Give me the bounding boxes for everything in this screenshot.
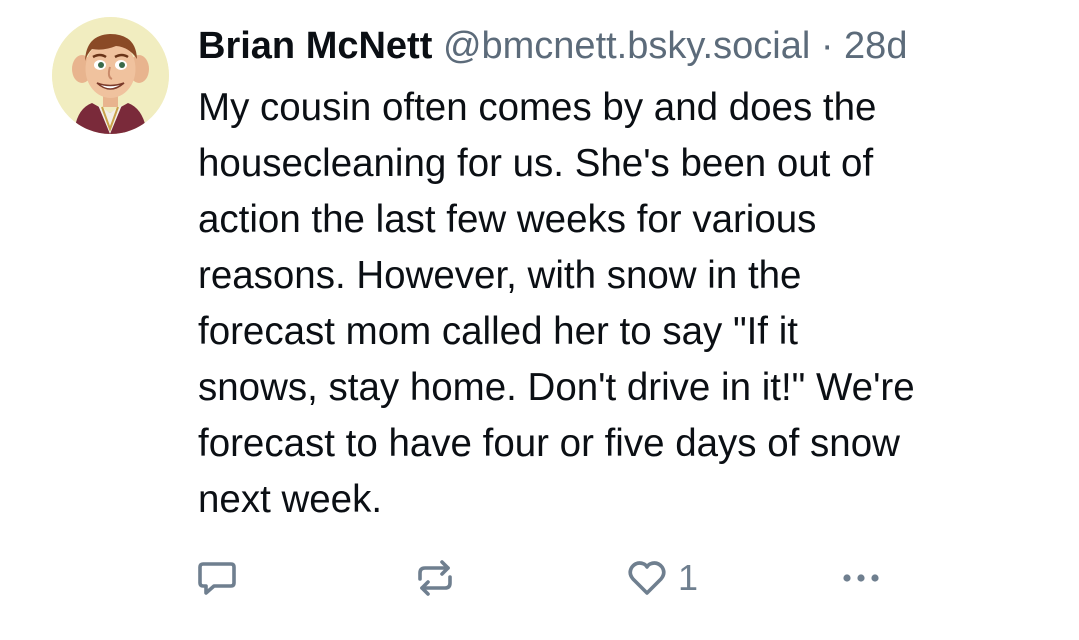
author-avatar[interactable] xyxy=(52,17,169,134)
like-count: 1 xyxy=(678,557,699,598)
post-action-bar: 1 xyxy=(190,550,910,606)
post-text-line: snows, stay home. Don't drive in it!" We… xyxy=(198,366,915,409)
reply-button[interactable] xyxy=(194,550,240,606)
cartoon-avatar-icon xyxy=(52,17,169,134)
repost-icon xyxy=(418,560,452,596)
header-separator: · xyxy=(820,25,834,67)
more-options-icon xyxy=(843,574,879,582)
post-text-line: forecast to have four or five days of sn… xyxy=(198,422,900,465)
post-card: Brian McNett @bmcnett.bsky.social · 28d … xyxy=(0,0,1079,640)
post-text-line: forecast mom called her to say "If it xyxy=(198,310,798,353)
post-text-line: reasons. However, with snow in the xyxy=(198,254,802,297)
post-text-line: housecleaning for us. She's been out of xyxy=(198,142,874,185)
post-text-line: next week. xyxy=(198,478,383,521)
more-options-button[interactable] xyxy=(838,550,884,606)
post-timestamp[interactable]: 28d xyxy=(844,25,907,67)
post-text-line: action the last few weeks for various xyxy=(198,198,817,241)
heart-icon xyxy=(628,561,666,595)
reply-icon xyxy=(198,562,236,595)
post-header: Brian McNett @bmcnett.bsky.social · 28d xyxy=(198,20,1058,72)
post-text-line: My cousin often comes by and does the xyxy=(198,86,877,129)
post-body-text: My cousin often comes by and does the ho… xyxy=(198,80,1058,528)
author-handle[interactable]: @bmcnett.bsky.social xyxy=(443,25,810,67)
repost-button[interactable] xyxy=(412,550,458,606)
like-button[interactable]: 1 xyxy=(624,550,698,606)
author-display-name[interactable]: Brian McNett xyxy=(198,25,432,67)
